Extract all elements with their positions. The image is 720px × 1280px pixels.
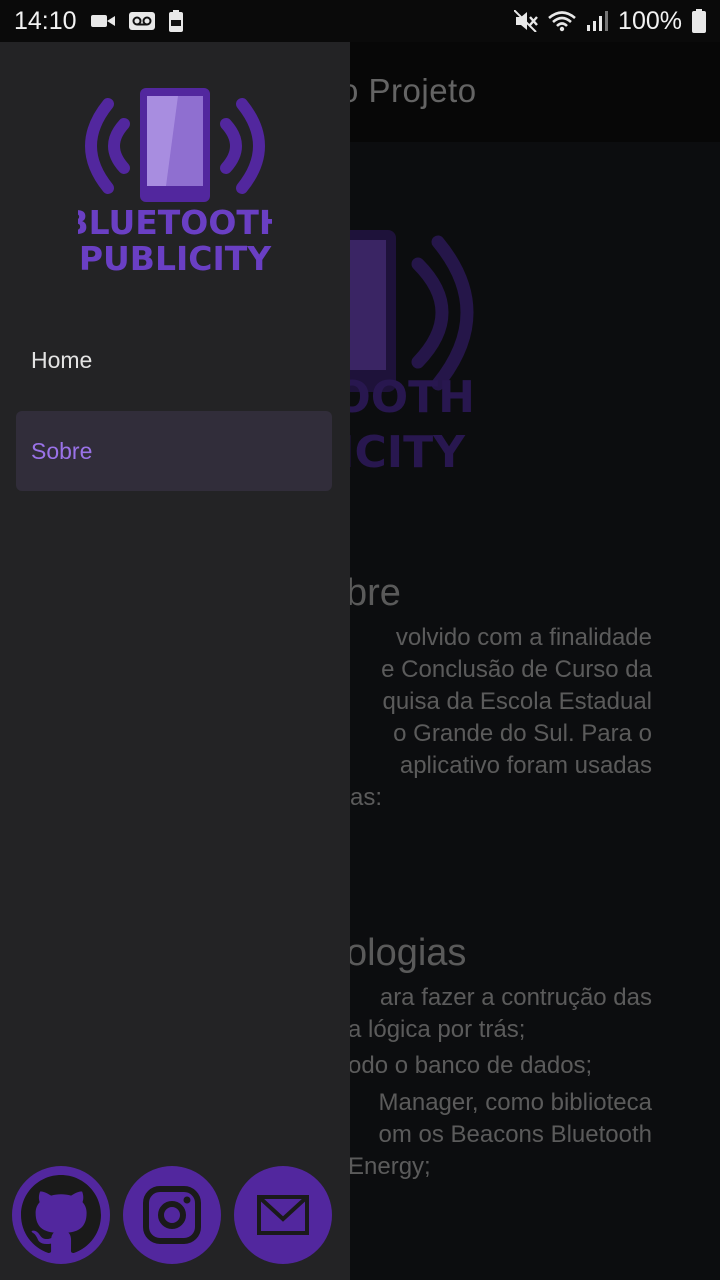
github-button[interactable]: [12, 1166, 110, 1264]
logo-line2: PUBLICITY: [79, 239, 272, 278]
app-logo: BLUETOOTH PUBLICITY: [78, 88, 272, 278]
instagram-icon: [143, 1186, 201, 1244]
email-button[interactable]: [234, 1166, 332, 1264]
drawer-item-label: Home: [31, 346, 93, 373]
voicemail-icon: [128, 12, 155, 30]
battery-saver-icon: [168, 10, 183, 32]
wifi-icon: [548, 11, 576, 32]
navigation-drawer: BLUETOOTH PUBLICITY Home Sobre: [0, 42, 350, 1280]
status-bar: 14:10 100%: [0, 0, 720, 42]
battery-percent: 100%: [618, 6, 682, 35]
github-icon: [21, 1175, 101, 1254]
status-time: 14:10: [14, 6, 77, 35]
drawer-item-sobre[interactable]: Sobre: [16, 411, 332, 491]
mail-icon: [257, 1195, 309, 1235]
drawer-item-label: Sobre: [31, 437, 93, 464]
drawer-item-home[interactable]: Home: [16, 320, 332, 400]
mute-icon: [514, 10, 538, 32]
logo-line1: BLUETOOTH: [78, 203, 272, 242]
battery-icon: [692, 9, 706, 33]
video-icon: [90, 15, 115, 27]
instagram-button[interactable]: [123, 1166, 221, 1264]
signal-icon: [587, 11, 609, 31]
